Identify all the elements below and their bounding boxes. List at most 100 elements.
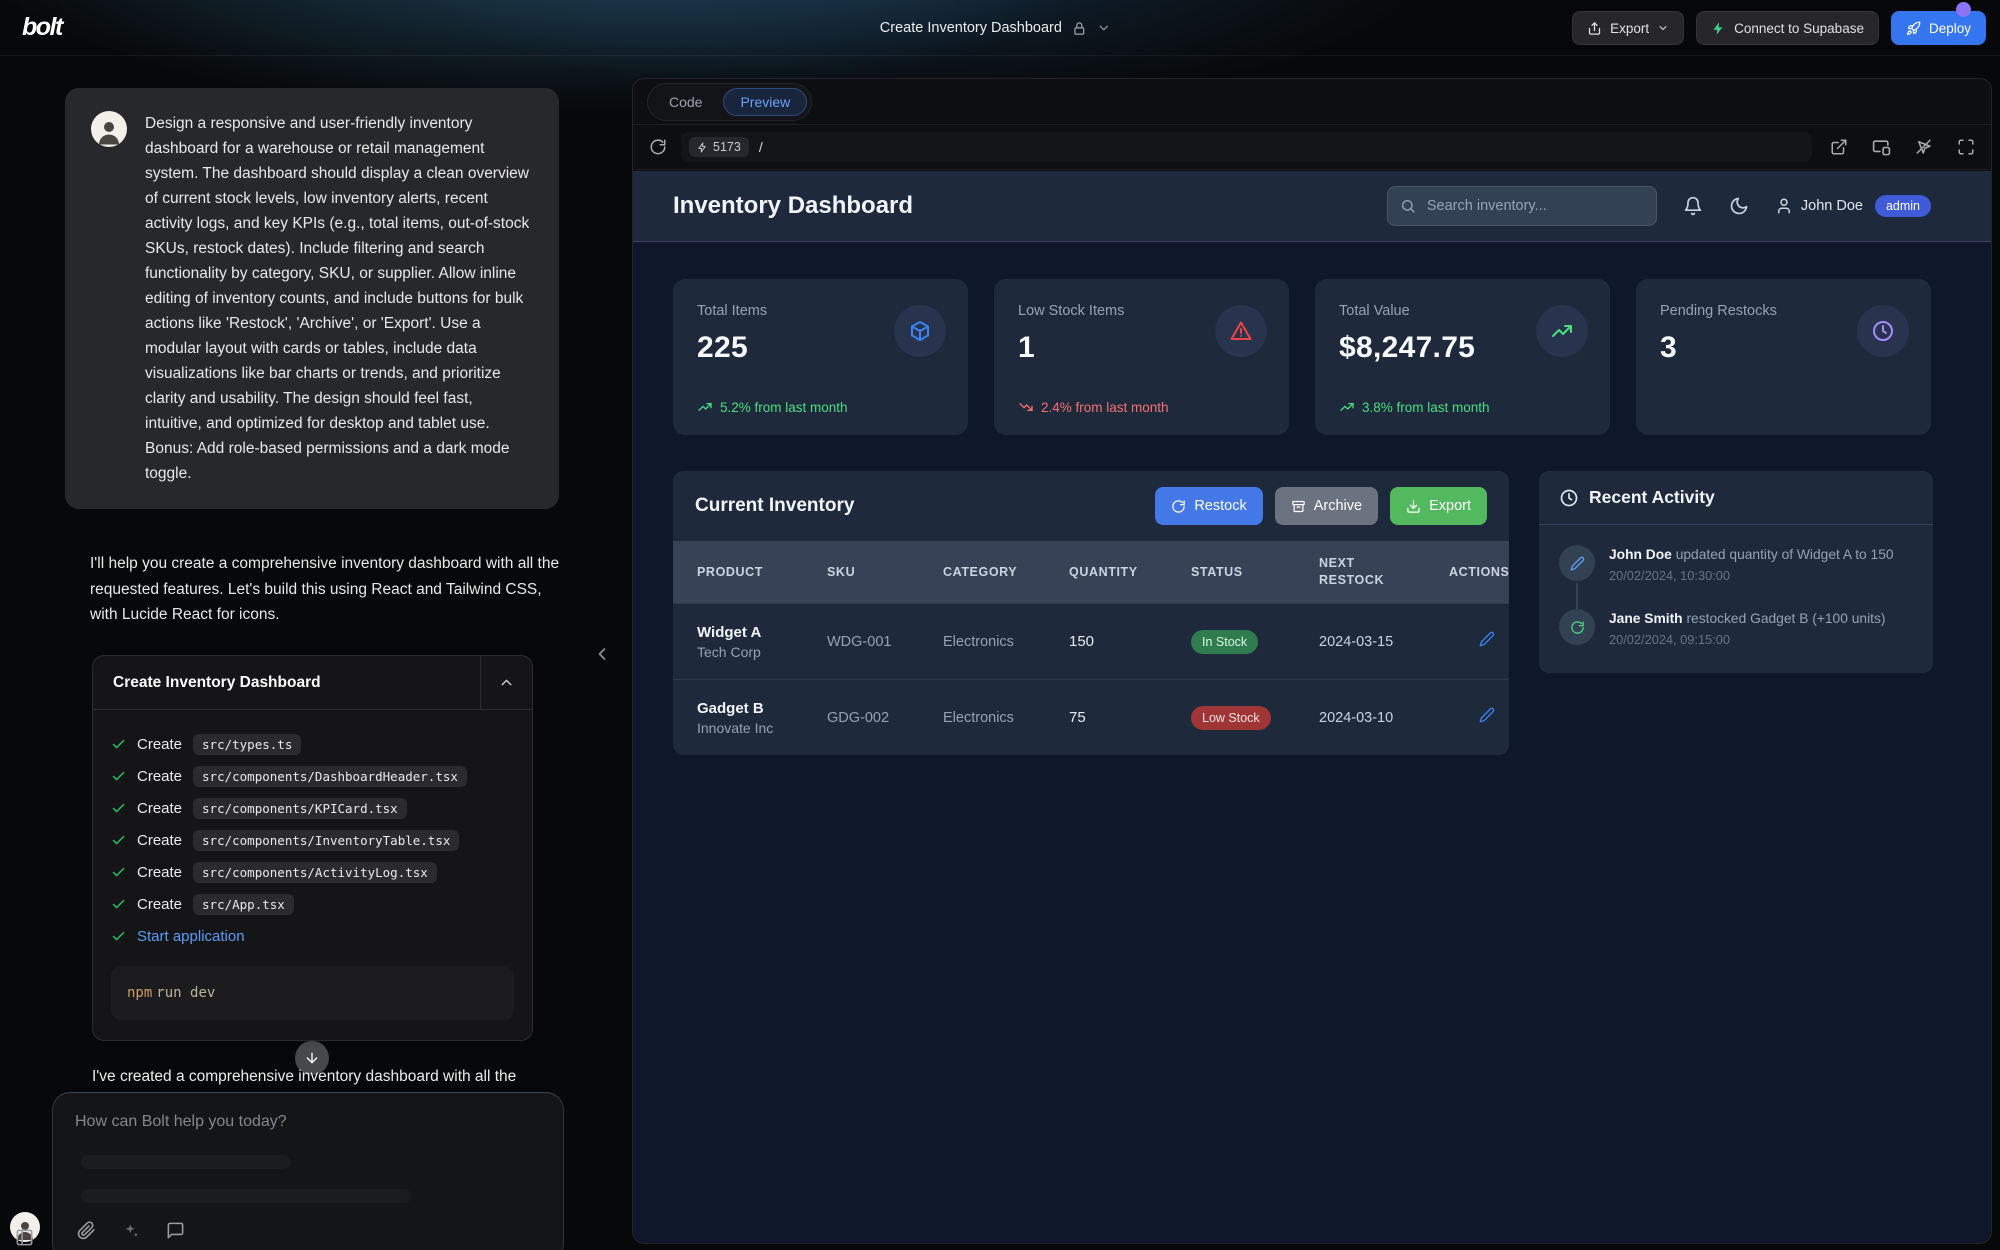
project-title-menu[interactable]: Create Inventory Dashboard: [880, 0, 1111, 56]
role-badge: admin: [1875, 195, 1931, 217]
port-pill[interactable]: 5173: [689, 137, 749, 157]
artifact-step: Create src/types.ts: [111, 728, 514, 760]
search-icon: [1400, 198, 1416, 214]
user-menu[interactable]: John Doe admin: [1775, 195, 1931, 217]
step-action: Create: [137, 800, 182, 817]
edit-row-button[interactable]: [1479, 707, 1495, 723]
check-icon: [111, 865, 126, 880]
connect-supabase-button[interactable]: Connect to Supabase: [1696, 11, 1879, 45]
table-row[interactable]: Gadget B Innovate Inc GDG-002 Electronic…: [673, 679, 1509, 755]
artifact-step: Create src/components/InventoryTable.tsx: [111, 824, 514, 856]
start-application-link[interactable]: Start application: [137, 928, 245, 945]
bolt-app: bolt Create Inventory Dashboard Export C…: [0, 0, 2000, 1250]
chevron-left-icon: [592, 644, 612, 664]
step-file-chip: src/components/ActivityLog.tsx: [193, 862, 437, 883]
step-file-chip: src/components/KPICard.tsx: [193, 798, 407, 819]
dark-mode-toggle-icon[interactable]: [1729, 196, 1749, 216]
activity-user: Jane Smith: [1609, 611, 1683, 626]
activity-action: updated quantity of Widget A to 150: [1676, 547, 1894, 562]
step-action: Create: [137, 768, 182, 785]
terminal-command: npmrun dev: [111, 966, 514, 1020]
trending-up-icon: [1536, 305, 1588, 357]
step-file-chip: src/types.ts: [193, 734, 301, 755]
project-title: Create Inventory Dashboard: [880, 20, 1062, 36]
cell-quantity: 75: [1069, 709, 1191, 726]
col-category: Category: [943, 565, 1069, 579]
clock-icon: [1857, 305, 1909, 357]
artifact-steps: Create src/types.ts Create src/component…: [93, 710, 532, 1040]
assistant-intro-text: I'll help you create a comprehensive inv…: [90, 551, 568, 628]
table-row[interactable]: Widget A Tech Corp WDG-001 Electronics 1…: [673, 603, 1509, 679]
chevron-down-icon[interactable]: [1097, 21, 1111, 35]
activity-user: John Doe: [1609, 547, 1672, 562]
step-file-chip: src/components/InventoryTable.tsx: [193, 830, 459, 851]
artifact-collapse-button[interactable]: [480, 656, 532, 709]
step-action: Create: [137, 736, 182, 753]
tab-preview[interactable]: Preview: [723, 88, 807, 116]
bolt-logo[interactable]: bolt: [22, 13, 62, 42]
cell-category: Electronics: [943, 634, 1069, 650]
restock-button[interactable]: Restock: [1155, 487, 1262, 525]
deploy-button[interactable]: Deploy: [1891, 11, 1986, 45]
col-actions: Actions: [1449, 565, 1509, 579]
attach-icon[interactable]: [77, 1221, 96, 1240]
ghost-suggestion: [81, 1155, 291, 1169]
kpi-card-total-value: Total Value $8,247.75 3.8% from last mon…: [1315, 279, 1610, 435]
chat-mode-icon[interactable]: [166, 1221, 185, 1240]
timeline-connector: [1576, 583, 1578, 609]
activity-item: Jane Smith restocked Gadget B (+100 unit…: [1559, 609, 1913, 647]
kpi-card-pending-restocks: Pending Restocks 3: [1636, 279, 1931, 435]
inventory-search[interactable]: [1387, 186, 1657, 226]
kpi-card-total-items: Total Items 225 5.2% from last month: [673, 279, 968, 435]
preview-url-bar: 5173 /: [633, 125, 1991, 170]
inspector-icon[interactable]: [1915, 138, 1933, 156]
activity-time: 20/02/2024, 09:15:00: [1609, 632, 1885, 647]
export-button[interactable]: Export: [1572, 11, 1684, 45]
recent-activity-header: Recent Activity: [1539, 471, 1933, 525]
inventory-card: Current Inventory Restock Archive Export: [673, 471, 1509, 755]
kpi-card-low-stock: Low Stock Items 1 2.4% from last month: [994, 279, 1289, 435]
sidebar-toggle-icon[interactable]: [15, 1228, 34, 1247]
collapse-chat-button[interactable]: [592, 644, 612, 664]
cell-category: Electronics: [943, 710, 1069, 726]
search-input[interactable]: [1425, 197, 1644, 215]
reload-icon[interactable]: [649, 138, 667, 156]
inventory-header: Current Inventory Restock Archive Export: [673, 471, 1509, 541]
artifact-title: Create Inventory Dashboard: [93, 656, 480, 709]
status-badge: Low Stock: [1191, 706, 1271, 730]
user-name: John Doe: [1801, 198, 1863, 214]
cell-quantity: 150: [1069, 633, 1191, 650]
chat-prompt-box: [52, 1092, 564, 1250]
deploy-label: Deploy: [1929, 21, 1971, 36]
workbench-panel: Code Preview 5173 / Invent: [632, 78, 1992, 1244]
preview-controls: [1830, 138, 1975, 157]
responsive-devices-icon[interactable]: [1872, 138, 1891, 157]
dashboard-header: Inventory Dashboard John Doe admin: [633, 171, 1991, 242]
start-application-step: Start application: [111, 920, 514, 952]
fullscreen-icon[interactable]: [1957, 138, 1975, 156]
url-field[interactable]: 5173 /: [681, 132, 1812, 162]
edit-row-button[interactable]: [1479, 631, 1495, 647]
step-action: Create: [137, 896, 182, 913]
export-label: Export: [1610, 21, 1649, 36]
user-icon: [1775, 197, 1793, 215]
enhance-prompt-icon[interactable]: [122, 1222, 140, 1240]
tab-code[interactable]: Code: [652, 88, 719, 116]
package-icon: [894, 305, 946, 357]
col-sku: SKU: [827, 565, 943, 579]
notifications-bell-icon[interactable]: [1683, 196, 1703, 216]
col-quantity: Quantity: [1069, 565, 1191, 579]
open-in-new-tab-icon[interactable]: [1830, 138, 1848, 156]
check-icon: [111, 929, 126, 944]
restock-activity-icon: [1559, 609, 1595, 645]
step-action: Create: [137, 832, 182, 849]
kpi-row: Total Items 225 5.2% from last month Low…: [673, 279, 1931, 435]
activity-list: John Doe updated quantity of Widget A to…: [1539, 525, 1933, 673]
export-csv-button[interactable]: Export: [1390, 487, 1487, 525]
download-icon: [1406, 499, 1421, 514]
command-args: run dev: [156, 985, 215, 1001]
pencil-icon: [1479, 707, 1495, 723]
pencil-icon: [1479, 631, 1495, 647]
archive-button[interactable]: Archive: [1275, 487, 1378, 525]
trending-up-icon: [697, 399, 713, 415]
